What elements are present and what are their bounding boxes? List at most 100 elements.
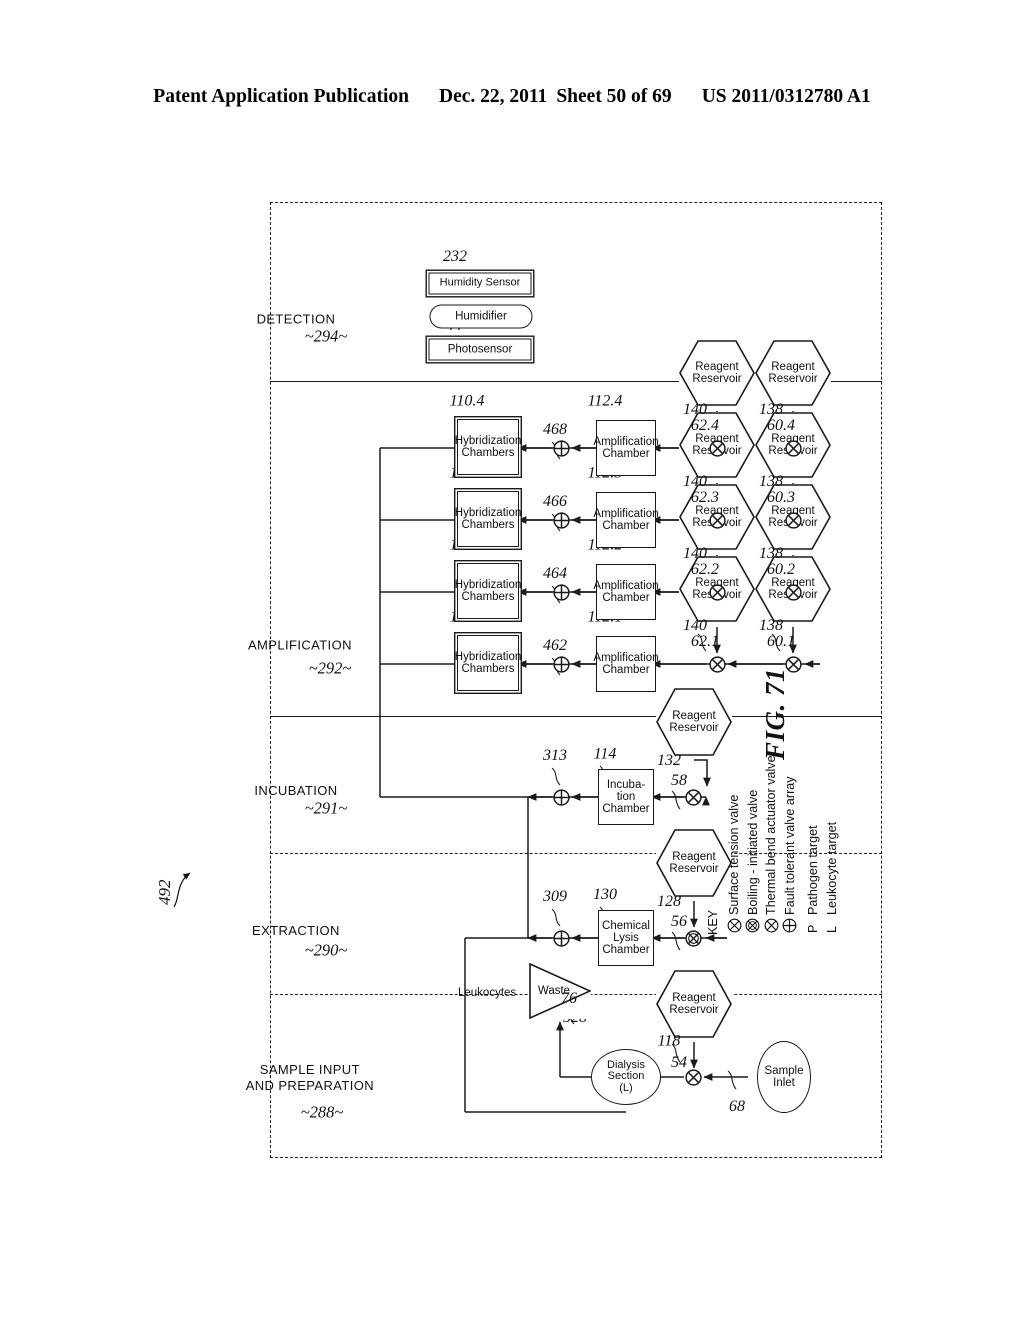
sheet-number: Sheet 50 of 69 bbox=[556, 86, 672, 107]
ref-62-4: 62.4 bbox=[691, 417, 719, 434]
valve-466-icon bbox=[553, 512, 570, 529]
key-label-thermal-bend-actuator-valve: Thermal bend actuator valve bbox=[764, 755, 779, 915]
reagent-reservoir-58: Reagent Reservoir bbox=[656, 688, 732, 756]
key-entry-leukocyte-target: L Leukocyte target bbox=[823, 755, 842, 935]
incubation-chamber: Incuba- tion Chamber bbox=[598, 769, 654, 825]
hybridization-chambers-110-2: Hybridization Chambers bbox=[454, 563, 522, 619]
dialysis-section-label: Dialysis Section (L) bbox=[607, 1058, 645, 1094]
reagent-reservoir-58-label: Reagent Reservoir bbox=[669, 709, 719, 734]
circle-plus-glyph bbox=[553, 584, 570, 601]
reagent-reservoir-54-label: Reagent Reservoir bbox=[669, 991, 719, 1016]
circle-plus-glyph bbox=[553, 440, 570, 457]
ref-114: 114 bbox=[593, 745, 617, 763]
amplification-chamber-112-1: Amplification Chamber bbox=[593, 636, 659, 692]
valve-140-lane2-icon bbox=[709, 584, 726, 601]
circle-x-glyph bbox=[785, 440, 802, 457]
photosensor-label: Photosensor bbox=[447, 343, 513, 356]
ref-58: 58 bbox=[671, 772, 687, 789]
circle-x-glyph bbox=[785, 584, 802, 601]
reagent-reservoir-62-4-label: Reagent Reservoir bbox=[692, 360, 742, 385]
valve-140-lane3-icon bbox=[709, 512, 726, 529]
amplification-chamber-112-3-label: Amplification Chamber bbox=[593, 507, 659, 532]
amplification-chamber-112-2: Amplification Chamber bbox=[593, 564, 659, 620]
valve-138-lane4-icon bbox=[785, 440, 802, 457]
double-circle-x-glyph bbox=[685, 930, 702, 947]
key-label-pathogen-target: Pathogen target bbox=[806, 825, 821, 915]
amplification-chamber-112-2-label: Amplification Chamber bbox=[593, 579, 659, 604]
section-title-amplification: AMPLIFICATION bbox=[247, 637, 352, 653]
valve-138-lane3-icon bbox=[785, 512, 802, 529]
section-ref-288: ~288~ bbox=[300, 1102, 344, 1122]
reagent-reservoir-60-4-label: Reagent Reservoir bbox=[768, 360, 818, 385]
amplification-chamber-112-1-label: Amplification Chamber bbox=[593, 651, 659, 676]
ref-60-4: 60.4 bbox=[767, 417, 795, 434]
ref-140-lane3: 140 bbox=[683, 473, 707, 490]
circle-x-glyph bbox=[785, 512, 802, 529]
valve-138-lane2-icon bbox=[785, 584, 802, 601]
ref-140-lane2: 140 bbox=[683, 545, 707, 562]
photosensor-node: Photosensor bbox=[428, 338, 532, 361]
section-ref-294: ~294~ bbox=[304, 326, 348, 346]
patent-number: US 2011/0312780 A1 bbox=[701, 86, 871, 107]
ref-62-3: 62.3 bbox=[691, 489, 719, 506]
device-ref-leader bbox=[173, 872, 191, 908]
ref-60-1: 60.1 bbox=[767, 633, 795, 650]
leukocyte-target-letter: L bbox=[824, 925, 839, 933]
ref-138-lane3: 138 bbox=[759, 473, 783, 490]
hybridization-chambers-110-2-label: Hybridization Chambers bbox=[454, 578, 522, 603]
circle-plus-glyph bbox=[553, 512, 570, 529]
ref-140-lane1: 140 bbox=[683, 617, 707, 634]
humidity-sensor-label: Humidity Sensor bbox=[439, 276, 521, 289]
ref-60-2: 60.2 bbox=[767, 561, 795, 578]
chemical-lysis-chamber: Chemical Lysis Chamber bbox=[598, 910, 654, 966]
key-entry-surface-tension-valve: Surface tension valve bbox=[725, 755, 744, 935]
sample-inlet-node: Sample Inlet bbox=[757, 1041, 811, 1113]
section-title-extraction: EXTRACTION bbox=[252, 923, 340, 939]
amplification-chamber-112-4: Amplification Chamber bbox=[593, 420, 659, 476]
dialysis-section-node: Dialysis Section (L) bbox=[591, 1049, 661, 1105]
waste-node: Waste bbox=[529, 963, 591, 1019]
hybridization-chambers-110-3-label: Hybridization Chambers bbox=[454, 506, 522, 531]
valve-313-icon bbox=[553, 789, 570, 806]
boiling-initiated-valve-icon bbox=[745, 916, 760, 935]
valve-118-icon bbox=[685, 1069, 702, 1086]
key-title: KEY bbox=[706, 909, 720, 935]
valve-464-icon bbox=[553, 584, 570, 601]
valve-140-lane1-icon bbox=[709, 656, 726, 673]
figure-canvas: SAMPLE INPUT AND PREPARATION ~288~ EXTRA… bbox=[246, 182, 900, 1172]
key-entry-boiling-initiated-valve: Boiling - initiated valve bbox=[744, 755, 763, 935]
humidifier-label: Humidifier bbox=[455, 310, 507, 323]
key-legend: KEY Surface tension valve Boiling - init… bbox=[706, 755, 841, 935]
valve-132-icon bbox=[685, 789, 702, 806]
amplification-chamber-112-4-label: Amplification Chamber bbox=[593, 435, 659, 460]
hybridization-chambers-110-4: Hybridization Chambers bbox=[455, 419, 521, 475]
ref-138-lane4: 138 bbox=[759, 401, 783, 418]
valve-468-icon bbox=[553, 440, 570, 457]
ref-462: 462 bbox=[543, 637, 567, 654]
circle-plus-glyph bbox=[553, 789, 570, 806]
reagent-reservoir-54: Reagent Reservoir bbox=[656, 970, 732, 1038]
circle-x-glyph bbox=[685, 789, 702, 806]
section-ref-292: ~292~ bbox=[308, 658, 352, 678]
key-label-boiling-initiated-valve: Boiling - initiated valve bbox=[745, 789, 760, 915]
ref-464: 464 bbox=[543, 565, 567, 582]
thermal-bend-actuator-valve-icon bbox=[764, 916, 779, 935]
ref-60-3: 60.3 bbox=[767, 489, 795, 506]
ref-468: 468 bbox=[543, 421, 567, 438]
ref-130: 130 bbox=[593, 886, 617, 903]
reagent-reservoir-62-4: Reagent Reservoir bbox=[679, 340, 755, 406]
ref-62-1: 62.1 bbox=[691, 633, 719, 650]
fault-tolerant-valve-array-icon bbox=[782, 916, 797, 935]
section-title-incubation: INCUBATION bbox=[254, 783, 338, 799]
ref-232: 232 bbox=[443, 248, 467, 265]
reagent-reservoir-60-4: Reagent Reservoir bbox=[755, 340, 831, 406]
hybridization-chambers-110-1: Hybridization Chambers bbox=[455, 635, 521, 691]
ref-466: 466 bbox=[543, 493, 567, 510]
section-title-sample-input: SAMPLE INPUT AND PREPARATION bbox=[245, 1062, 375, 1093]
section-title-detection: DETECTION bbox=[256, 311, 336, 327]
section-ref-291: ~291~ bbox=[304, 798, 348, 818]
ref-140-lane4: 140 bbox=[683, 401, 707, 418]
circle-plus-glyph bbox=[553, 930, 570, 947]
ref-76: 76 bbox=[561, 990, 577, 1007]
ref-132: 132 bbox=[657, 752, 681, 769]
